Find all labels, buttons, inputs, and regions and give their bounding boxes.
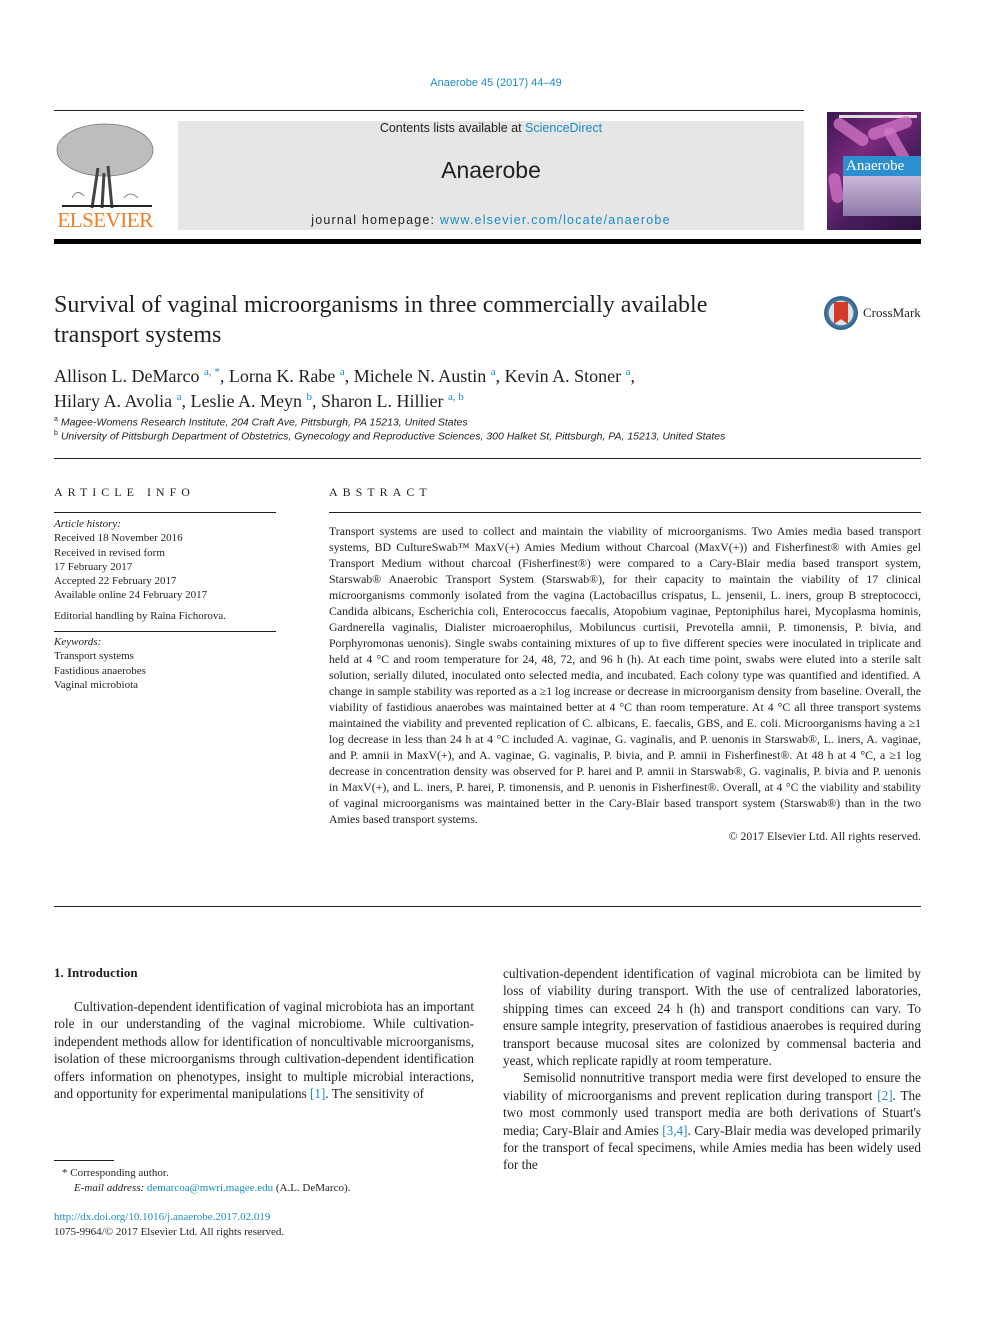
history-item: Accepted 22 February 2017 <box>54 575 177 588</box>
affiliation: a Magee-Womens Research Institute, 204 C… <box>54 416 468 429</box>
email-note: E-mail address: demarcoa@mwri.magee.edu … <box>74 1182 351 1194</box>
body-right-column: cultivation-dependent identification of … <box>503 965 921 1174</box>
elsevier-tree-icon <box>56 123 154 209</box>
article-title: Survival of vaginal microorganisms in th… <box>54 292 708 348</box>
abstract: ABSTRACT Transport systems are used to c… <box>329 485 921 844</box>
history-item: Available online 24 February 2017 <box>54 589 208 602</box>
keywords-label: Keywords: <box>54 636 102 649</box>
divider <box>329 512 921 513</box>
abstract-text: Transport systems are used to collect an… <box>329 524 921 826</box>
cover-bacterium <box>831 115 871 149</box>
author[interactable]: Leslie A. Meyn b <box>191 391 312 411</box>
author[interactable]: Michele N. Austin a <box>354 366 496 386</box>
citation-link[interactable]: [3,4] <box>662 1123 687 1138</box>
cover-bacterium <box>827 172 845 204</box>
divider <box>54 512 276 513</box>
title-divider <box>54 458 921 459</box>
email-link[interactable]: demarcoa@mwri.magee.edu <box>147 1182 273 1194</box>
header-thick-rule <box>54 239 921 244</box>
crossmark-label: CrossMark <box>863 305 921 320</box>
citation-link[interactable]: [1] <box>310 1086 325 1101</box>
paragraph: Semisolid nonnutritive transport media w… <box>503 1070 922 1173</box>
journal-homepage: journal homepage: www.elsevier.com/locat… <box>178 213 804 227</box>
abstract-heading: ABSTRACT <box>329 485 432 499</box>
author[interactable]: Hilary A. Avolia a <box>54 391 182 411</box>
history-item: Received 18 November 2016 <box>54 532 183 545</box>
article-info-heading: ARTICLE INFO <box>54 485 195 499</box>
editorial-handling: Editorial handling by Raina Fichorova. <box>54 609 226 622</box>
body-left-column: 1. Introduction Cultivation-dependent id… <box>54 965 474 1102</box>
keyword[interactable]: Transport systems <box>54 649 276 663</box>
affiliation: b University of Pittsburgh Department of… <box>54 430 726 443</box>
header-rule <box>54 110 804 111</box>
crossmark-button[interactable]: CrossMark <box>824 296 924 336</box>
history-label: Article history: <box>54 518 121 530</box>
cover-photo <box>843 176 921 216</box>
homepage-prefix: journal homepage: <box>311 213 440 227</box>
article-history: Article history: Received 18 November 20… <box>54 517 276 623</box>
history-item: 17 February 2017 <box>54 560 133 573</box>
doi-block: http://dx.doi.org/10.1016/j.anaerobe.201… <box>54 1210 284 1240</box>
history-item: Received in revised form <box>54 546 165 559</box>
abstract-copyright: © 2017 Elsevier Ltd. All rights reserved… <box>728 829 921 843</box>
author[interactable]: Lorna K. Rabe a <box>229 366 345 386</box>
author[interactable]: Allison L. DeMarco a, * <box>54 366 220 386</box>
elsevier-logo[interactable]: ELSEVIER <box>52 118 158 233</box>
keyword[interactable]: Vaginal microbiota <box>54 678 276 692</box>
elsevier-wordmark: ELSEVIER <box>57 208 153 232</box>
abstract-divider <box>54 906 921 907</box>
paragraph: cultivation-dependent identification of … <box>503 966 921 1069</box>
section-heading: 1. Introduction <box>54 965 138 980</box>
journal-name: Anaerobe <box>441 157 541 183</box>
doi-link[interactable]: http://dx.doi.org/10.1016/j.anaerobe.201… <box>54 1210 284 1225</box>
author-list: Allison L. DeMarco a, *, Lorna K. Rabe a… <box>54 366 635 411</box>
divider <box>54 631 276 633</box>
journal-citation[interactable]: Anaerobe 45 (2017) 44–49 <box>0 77 992 89</box>
journal-masthead: Contents lists available at ScienceDirec… <box>178 121 804 230</box>
sciencedirect-link[interactable]: ScienceDirect <box>525 121 602 135</box>
article-info: ARTICLE INFO Article history: Received 1… <box>54 485 276 692</box>
keywords: Keywords: Transport systems Fastidious a… <box>54 635 276 692</box>
contents-prefix: Contents lists available at <box>379 121 526 135</box>
author[interactable]: Kevin A. Stoner a <box>505 366 631 386</box>
homepage-link[interactable]: www.elsevier.com/locate/anaerobe <box>440 213 671 227</box>
citation-link[interactable]: [2] <box>877 1088 892 1103</box>
footnote-rule <box>54 1160 114 1161</box>
journal-cover-image[interactable]: Anaerobe <box>827 112 921 230</box>
author[interactable]: Sharon L. Hillier a, b <box>321 391 464 411</box>
cover-title: Anaerobe <box>843 156 921 176</box>
issn-copyright: 1075-9964/© 2017 Elsevier Ltd. All right… <box>54 1226 285 1238</box>
paragraph: Cultivation-dependent identification of … <box>54 999 474 1102</box>
corresponding-author-note: * Corresponding author. <box>62 1167 169 1179</box>
keyword[interactable]: Fastidious anaerobes <box>54 664 276 678</box>
contents-line: Contents lists available at ScienceDirec… <box>178 121 804 135</box>
